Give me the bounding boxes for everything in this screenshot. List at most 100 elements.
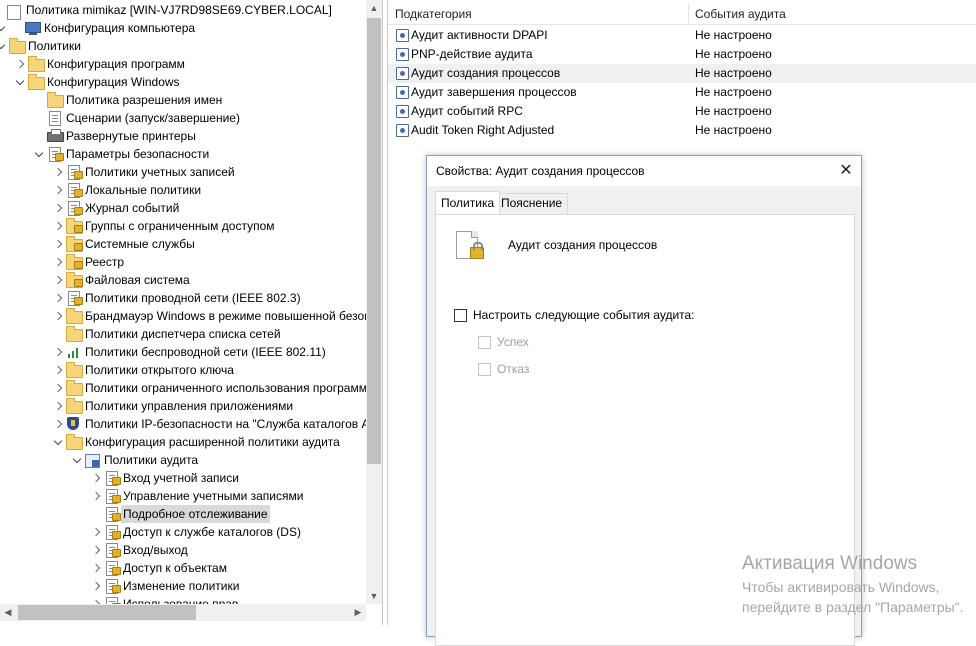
tree-item[interactable]: Файловая система bbox=[0, 271, 366, 289]
expand-arrow-closed-icon[interactable] bbox=[90, 487, 102, 505]
scroll-left-arrow-icon[interactable]: ◀ bbox=[0, 604, 16, 620]
tree-item-label: Политика разрешения имен bbox=[66, 93, 223, 107]
tree-item[interactable]: Конфигурация компьютера bbox=[0, 19, 366, 37]
tree-item[interactable]: Сценарии (запуск/завершение) bbox=[0, 109, 366, 127]
tree-item[interactable]: Брандмауэр Windows в режиме повышенной б… bbox=[0, 307, 366, 325]
tree-item[interactable]: Использование прав bbox=[0, 595, 366, 604]
list-item[interactable]: Аудит завершения процессов Не настроено bbox=[388, 83, 976, 102]
expand-arrow-open-icon[interactable] bbox=[0, 37, 7, 55]
expand-arrow-closed-icon[interactable] bbox=[52, 361, 64, 379]
expand-arrow-closed-icon[interactable] bbox=[90, 541, 102, 559]
expand-arrow-closed-icon[interactable] bbox=[52, 199, 64, 217]
list-item[interactable]: PNP-действие аудита Не настроено bbox=[388, 45, 976, 64]
expand-arrow-open-icon[interactable] bbox=[52, 433, 64, 451]
expand-arrow-closed-icon[interactable] bbox=[52, 253, 64, 271]
tree-item[interactable]: Доступ к объектам bbox=[0, 559, 366, 577]
audit-events-value: Не настроено bbox=[695, 47, 772, 61]
list-item[interactable]: Аудит активности DPAPI Не настроено bbox=[388, 26, 976, 45]
expand-arrow-closed-icon[interactable] bbox=[52, 271, 64, 289]
scroll-up-arrow-icon[interactable]: ▲ bbox=[366, 0, 382, 16]
tab-explanation[interactable]: Пояснение bbox=[495, 193, 569, 214]
list-item[interactable]: Audit Token Right Adjusted Не настроено bbox=[388, 121, 976, 140]
expand-arrow-open-icon[interactable] bbox=[14, 73, 26, 91]
tree-item[interactable]: Системные службы bbox=[0, 235, 366, 253]
failure-checkbox[interactable] bbox=[478, 363, 491, 376]
expand-arrow-closed-icon[interactable] bbox=[52, 163, 64, 181]
tree-item[interactable]: Политики беспроводной сети (IEEE 802.11) bbox=[0, 343, 366, 361]
tree-item[interactable]: Политики IP-безопасности на "Служба ката… bbox=[0, 415, 366, 433]
expand-arrow-closed-icon[interactable] bbox=[52, 289, 64, 307]
configure-audit-checkbox[interactable] bbox=[454, 309, 467, 322]
expand-arrow-closed-icon[interactable] bbox=[90, 523, 102, 541]
tree-vertical-scroll-thumb[interactable] bbox=[367, 18, 381, 464]
tree-item[interactable]: Развернутые принтеры bbox=[0, 127, 366, 145]
security-settings-icon bbox=[66, 183, 83, 198]
expand-arrow-closed-icon[interactable] bbox=[52, 181, 64, 199]
tree-item[interactable]: Локальные политики bbox=[0, 181, 366, 199]
tree-item[interactable]: Подробное отслеживание bbox=[0, 505, 366, 523]
expand-arrow-closed-icon[interactable] bbox=[90, 595, 102, 604]
tree-horizontal-scrollbar[interactable]: ◀ ▶ bbox=[0, 604, 366, 621]
tree-item[interactable]: Изменение политики bbox=[0, 577, 366, 595]
tree-item-label: Локальные политики bbox=[85, 183, 202, 197]
close-icon[interactable]: ✕ bbox=[835, 160, 857, 182]
expand-arrow-closed-icon[interactable] bbox=[90, 577, 102, 595]
expand-arrow-open-icon[interactable] bbox=[71, 451, 83, 469]
tab-policy[interactable]: Политика bbox=[435, 191, 501, 214]
expand-arrow-closed-icon[interactable] bbox=[52, 235, 64, 253]
expand-arrow-closed-icon[interactable] bbox=[52, 217, 64, 235]
expand-arrow-closed-icon[interactable] bbox=[90, 559, 102, 577]
tree-item[interactable]: Журнал событий bbox=[0, 199, 366, 217]
tree-item[interactable]: Политика mimikaz [WIN-VJ7RD98SE69.CYBER.… bbox=[0, 1, 366, 20]
tree-horizontal-scroll-thumb[interactable] bbox=[18, 605, 196, 620]
tree-item[interactable]: Политики учетных записей bbox=[0, 163, 366, 181]
scroll-right-arrow-icon[interactable]: ▶ bbox=[350, 604, 366, 620]
scroll-down-arrow-icon[interactable]: ▼ bbox=[366, 588, 382, 604]
expand-arrow-closed-icon[interactable] bbox=[90, 469, 102, 487]
column-header-audit-events[interactable]: События аудита bbox=[695, 4, 786, 24]
tree-item[interactable]: Политики проводной сети (IEEE 802.3) bbox=[0, 289, 366, 307]
expand-arrow-open-icon[interactable] bbox=[0, 19, 7, 37]
column-divider[interactable] bbox=[688, 4, 689, 24]
tree-item[interactable]: Параметры безопасности bbox=[0, 145, 366, 163]
tree-item[interactable]: Доступ к службе каталогов (DS) bbox=[0, 523, 366, 541]
tree-item-label: Управление учетными записями bbox=[123, 489, 304, 503]
tree-item[interactable]: Вход учетной записи bbox=[0, 469, 366, 487]
tree-item[interactable]: Реестр bbox=[0, 253, 366, 271]
tree-item[interactable]: Группы с ограниченным доступом bbox=[0, 217, 366, 235]
tree-item-label: Политики IP-безопасности на "Служба ката… bbox=[85, 417, 366, 431]
configure-audit-label[interactable]: Настроить следующие события аудита: bbox=[473, 308, 695, 322]
list-item[interactable]: Аудит событий RPC Не настроено bbox=[388, 102, 976, 121]
expand-arrow-closed-icon[interactable] bbox=[52, 379, 64, 397]
tree-item[interactable]: Конфигурация Windows bbox=[0, 73, 366, 91]
tree-item[interactable]: Вход/выход bbox=[0, 541, 366, 559]
tree-item-label: Политика mimikaz [WIN-VJ7RD98SE69.CYBER.… bbox=[26, 3, 332, 17]
security-settings-icon bbox=[104, 525, 121, 540]
tree-item[interactable]: Политики bbox=[0, 37, 366, 55]
console-tree: Политика mimikaz [WIN-VJ7RD98SE69.CYBER.… bbox=[0, 0, 366, 604]
expand-arrow-closed-icon[interactable] bbox=[52, 397, 64, 415]
expand-arrow-closed-icon[interactable] bbox=[52, 307, 64, 325]
list-item[interactable]: Аудит создания процессов Не настроено bbox=[388, 64, 976, 83]
console-tree-pane: Политика mimikaz [WIN-VJ7RD98SE69.CYBER.… bbox=[0, 0, 383, 625]
tree-item[interactable]: Управление учетными записями bbox=[0, 487, 366, 505]
tree-vertical-scrollbar[interactable]: ▲ ▼ bbox=[366, 0, 382, 604]
column-header-subcategory[interactable]: Подкатегория bbox=[395, 4, 472, 24]
tree-item[interactable]: Конфигурация программ bbox=[0, 55, 366, 73]
dialog-titlebar[interactable]: Свойства: Аудит создания процессов ✕ bbox=[427, 156, 861, 186]
tree-item[interactable]: Политика разрешения имен bbox=[0, 91, 366, 109]
expand-arrow-closed-icon[interactable] bbox=[52, 415, 64, 433]
printer-icon bbox=[47, 129, 64, 143]
tree-item-label: Реестр bbox=[85, 255, 124, 269]
tree-item[interactable]: Политики управления приложениями bbox=[0, 397, 366, 415]
tree-item[interactable]: Политики ограниченного использования про… bbox=[0, 379, 366, 397]
audit-subcategory-icon bbox=[396, 86, 409, 99]
success-checkbox[interactable] bbox=[478, 336, 491, 349]
tree-item[interactable]: Политики диспетчера списка сетей bbox=[0, 325, 366, 343]
expand-arrow-closed-icon[interactable] bbox=[14, 55, 26, 73]
tree-item[interactable]: Конфигурация расширенной политики аудита bbox=[0, 433, 366, 451]
expand-arrow-closed-icon[interactable] bbox=[52, 343, 64, 361]
tree-item[interactable]: Политики открытого ключа bbox=[0, 361, 366, 379]
expand-arrow-open-icon[interactable] bbox=[33, 145, 45, 163]
tree-item[interactable]: Политики аудита bbox=[0, 451, 366, 469]
